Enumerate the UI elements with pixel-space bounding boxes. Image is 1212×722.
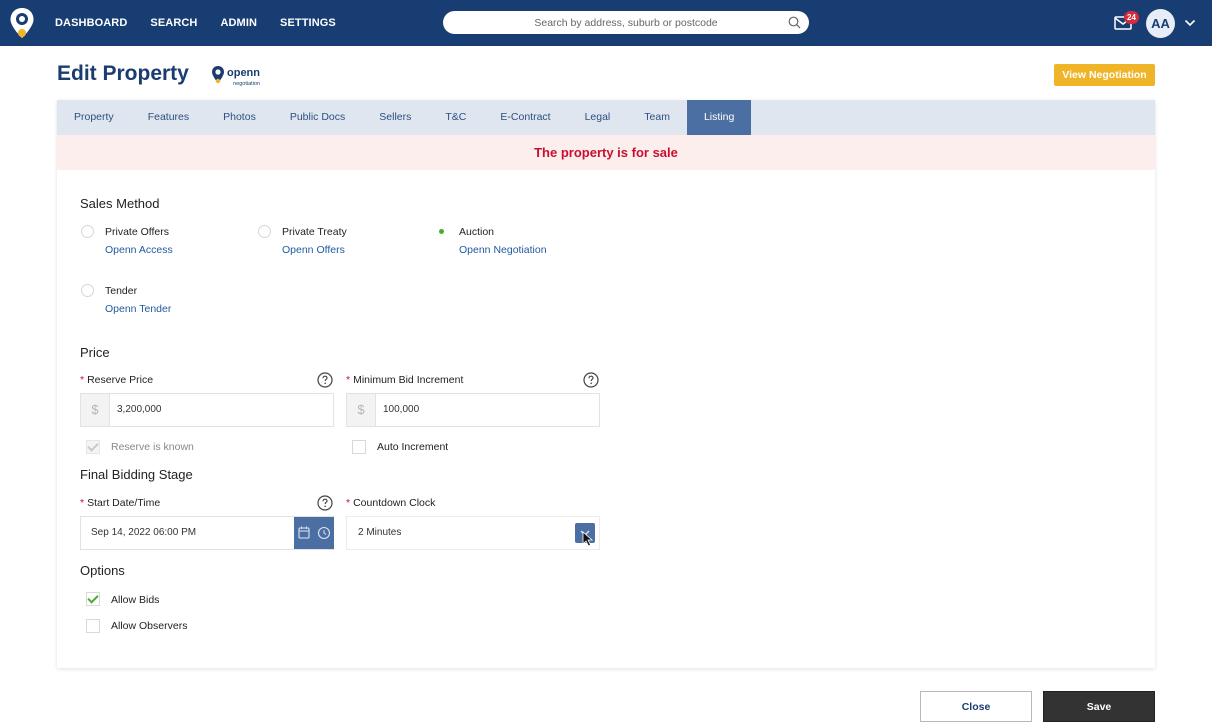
- tab-e-contract[interactable]: E-Contract: [483, 100, 567, 135]
- tab-listing[interactable]: Listing: [686, 100, 752, 135]
- radio-tender[interactable]: [81, 284, 94, 297]
- radio-private-treaty[interactable]: [258, 225, 271, 238]
- allow-observers-checkbox[interactable]: [86, 619, 100, 633]
- allow-observers-label: Allow Observers: [111, 620, 188, 632]
- countdown-clock-label: * Countdown Clock: [346, 497, 435, 509]
- avatar[interactable]: AA: [1146, 9, 1175, 38]
- auction-label: Auction: [459, 226, 495, 238]
- openn-logo-icon[interactable]: [9, 7, 35, 39]
- nav-dashboard-link[interactable]: DASHBOARD: [55, 17, 127, 29]
- save-button[interactable]: Save: [1043, 691, 1155, 722]
- tab-sellers[interactable]: Sellers: [362, 100, 428, 135]
- chevron-down-icon[interactable]: [1184, 17, 1196, 29]
- help-icon[interactable]: [583, 372, 599, 388]
- clock-icon: [317, 526, 331, 540]
- mouse-cursor-icon: [582, 531, 594, 547]
- openn-pin-icon: [212, 66, 224, 84]
- dollar-prefix: $: [81, 394, 110, 426]
- top-navigation-bar: DASHBOARD SEARCH ADMIN SETTINGS 24 AA: [0, 0, 1212, 46]
- reserve-price-input[interactable]: [117, 394, 317, 426]
- tab-photos[interactable]: Photos: [206, 100, 273, 135]
- radio-auction[interactable]: [435, 225, 448, 238]
- countdown-clock-select[interactable]: 2 Minutes: [346, 516, 600, 550]
- brand-name: openn: [227, 67, 260, 79]
- start-datetime-label: * Start Date/Time: [80, 497, 160, 509]
- reserve-price-label: * Reserve Price: [80, 374, 153, 386]
- final-bidding-stage-heading: Final Bidding Stage: [80, 467, 193, 482]
- auto-increment-checkbox[interactable]: [352, 440, 366, 454]
- reserve-price-field: $: [80, 393, 334, 427]
- tab-features[interactable]: Features: [131, 100, 206, 135]
- countdown-clock-label-text: Countdown Clock: [353, 497, 436, 509]
- reserve-known-checkbox[interactable]: [86, 440, 100, 454]
- main-nav: DASHBOARD SEARCH ADMIN SETTINGS: [55, 0, 359, 46]
- calendar-button[interactable]: [294, 517, 314, 549]
- price-heading: Price: [80, 345, 110, 360]
- reserve-known-label: Reserve is known: [111, 441, 194, 453]
- search-icon[interactable]: [788, 16, 801, 29]
- required-asterisk: *: [346, 374, 351, 386]
- property-tabs: Property Features Photos Public Docs Sel…: [57, 100, 1155, 135]
- required-asterisk: *: [80, 374, 85, 386]
- openn-access-link[interactable]: Openn Access: [105, 244, 173, 256]
- tab-public-docs[interactable]: Public Docs: [273, 100, 362, 135]
- allow-bids-checkbox[interactable]: [86, 592, 100, 606]
- tab-legal[interactable]: Legal: [568, 100, 628, 135]
- start-datetime-input[interactable]: [91, 517, 291, 549]
- nav-search-link[interactable]: SEARCH: [150, 17, 197, 29]
- min-bid-increment-input[interactable]: [383, 394, 583, 426]
- countdown-selected-value: 2 Minutes: [358, 527, 402, 538]
- close-button[interactable]: Close: [920, 691, 1032, 722]
- min-bid-increment-field: $: [346, 393, 600, 427]
- time-button[interactable]: [314, 517, 334, 549]
- brand-subtitle: negotiation: [233, 81, 260, 87]
- start-datetime-label-text: Start Date/Time: [87, 497, 161, 509]
- reserve-price-label-text: Reserve Price: [87, 374, 154, 386]
- min-bid-increment-label: * Minimum Bid Increment: [346, 374, 463, 386]
- openn-negotiation-link[interactable]: Openn Negotiation: [459, 244, 547, 256]
- view-negotiation-button[interactable]: View Negotiation: [1054, 64, 1155, 86]
- page-title: Edit Property: [57, 62, 189, 85]
- search-input[interactable]: [443, 11, 809, 34]
- edit-property-card: Property Features Photos Public Docs Sel…: [57, 100, 1155, 668]
- private-offers-label: Private Offers: [105, 226, 169, 238]
- private-treaty-label: Private Treaty: [282, 226, 347, 238]
- mail-count-badge: 24: [1124, 11, 1139, 24]
- tab-property[interactable]: Property: [57, 100, 131, 135]
- sale-status-banner: The property is for sale: [57, 135, 1155, 170]
- tab-team[interactable]: Team: [627, 100, 687, 135]
- nav-admin-link[interactable]: ADMIN: [220, 17, 257, 29]
- radio-private-offers[interactable]: [81, 225, 94, 238]
- required-asterisk: *: [80, 497, 85, 509]
- dollar-prefix: $: [347, 394, 376, 426]
- openn-offers-link[interactable]: Openn Offers: [282, 244, 345, 256]
- required-asterisk: *: [346, 497, 351, 509]
- sales-method-heading: Sales Method: [80, 196, 160, 211]
- openn-tender-link[interactable]: Openn Tender: [105, 303, 171, 315]
- search-bar: [443, 11, 809, 34]
- help-icon[interactable]: [317, 372, 333, 388]
- help-icon[interactable]: [317, 495, 333, 511]
- openn-negotiation-logo: openn negotiation: [211, 64, 260, 87]
- options-heading: Options: [80, 563, 125, 578]
- auto-increment-label: Auto Increment: [377, 441, 449, 453]
- tender-label: Tender: [105, 285, 138, 297]
- nav-settings-link[interactable]: SETTINGS: [280, 17, 336, 29]
- calendar-icon: [298, 526, 310, 539]
- min-bid-label-text: Minimum Bid Increment: [353, 374, 464, 386]
- tab-terms-conditions[interactable]: T&C: [428, 100, 483, 135]
- allow-bids-label: Allow Bids: [111, 594, 160, 606]
- start-datetime-field: [80, 516, 334, 550]
